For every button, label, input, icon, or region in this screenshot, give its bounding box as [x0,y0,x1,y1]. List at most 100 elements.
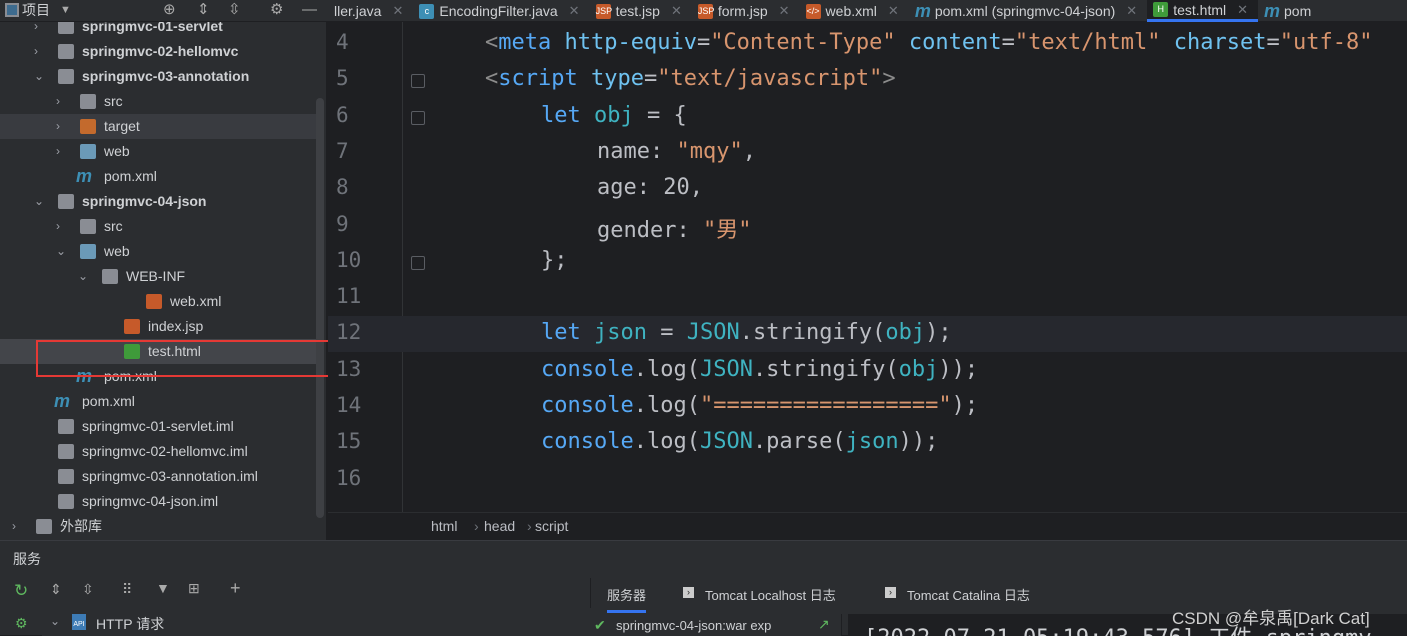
tab-tomcat-localhost[interactable]: Tomcat Localhost 日志 [705,585,836,604]
line-number: 7 [336,138,349,163]
breadcrumb-html[interactable]: html [431,513,457,539]
tab-ller-java[interactable]: ller.java ✕ [328,0,413,22]
close-icon[interactable]: ✕ [1237,2,1248,18]
chevron-right-icon[interactable]: › [34,22,38,39]
line-number: 12 [336,320,362,345]
line-number: 9 [336,211,349,236]
add-icon[interactable]: + [230,578,241,599]
deployment-item[interactable]: ✔ springmvc-04-json:war exp ↗ [590,614,842,636]
refresh-icon[interactable]: ↻ [14,581,28,601]
close-icon[interactable]: ✕ [671,3,682,19]
locate-icon[interactable]: ⊕ [163,0,176,20]
gear-icon[interactable]: ⚙ [270,0,283,20]
filter-icon[interactable]: ▼ [156,580,170,596]
code-editor[interactable]: 4 <meta http-equiv="Content-Type" content… [328,22,1407,512]
http-request-item[interactable]: HTTP 请求 [96,614,164,634]
lib-icon [36,519,52,534]
chevron-down-icon[interactable]: ⌄ [50,614,60,628]
tree-item-label: pom.xml [82,393,135,409]
module-icon [58,44,74,59]
fold-marker-icon[interactable] [411,74,425,89]
project-view-selector[interactable]: 项目 [22,0,50,22]
tab-web-xml[interactable]: </> web.xml ✕ [800,0,909,22]
web-icon [80,244,96,259]
tree-item[interactable]: › 外部库 [0,514,316,539]
fold-marker-icon[interactable] [411,110,425,125]
chevron-right-icon: › [474,518,479,534]
jsp-icon: JSP [595,3,612,19]
group-icon[interactable]: ⠿ [122,581,132,598]
tree-item[interactable]: › web [0,139,316,164]
maven-icon: m [54,391,71,411]
collapse-all-icon[interactable]: ⇳ [82,581,94,598]
chevron-right-icon[interactable]: › [34,39,38,64]
highlight-annotation [36,340,332,377]
chevron-down-icon[interactable]: ▼ [60,0,71,20]
tab-pom-xml-springmvc-04-json-[interactable]: m pom.xml (springmvc-04-json) ✕ [909,0,1147,22]
expand-all-icon[interactable]: ⇕ [50,581,62,598]
tree-item[interactable]: m pom.xml [0,164,316,189]
tree-item-label: target [104,118,140,134]
breadcrumb-script[interactable]: script [535,513,568,539]
project-window-icon [5,3,19,17]
sidebar-scrollbar[interactable] [316,98,324,518]
tree-item[interactable]: springmvc-03-annotation.iml [0,464,316,489]
close-icon[interactable]: ✕ [888,3,899,19]
chevron-right-icon[interactable]: › [56,139,60,164]
tree-item[interactable]: › src [0,214,316,239]
chevron-down-icon[interactable]: ⌄ [34,64,44,89]
log-icon: › [683,587,694,598]
tree-item[interactable]: › src [0,89,316,114]
tab-tomcat-catalina[interactable]: Tomcat Catalina 日志 [907,585,1030,604]
minimize-icon[interactable]: — [302,0,317,20]
chevron-right-icon[interactable]: › [12,514,16,539]
new-tab-icon[interactable]: ⊞ [188,580,200,597]
deploy-icon[interactable]: ⚙ [15,615,28,632]
file-icon [58,419,74,434]
tree-item-label: springmvc-02-hellomvc [82,43,239,59]
chevron-right-icon[interactable]: › [56,114,60,139]
expand-all-icon[interactable]: ⇕ [197,0,210,20]
tree-item[interactable]: index.jsp [0,314,316,339]
close-icon[interactable]: ✕ [569,3,580,19]
tree-item[interactable]: ⌄ web [0,239,316,264]
tab-test-jsp[interactable]: JSP test.jsp ✕ [590,0,692,22]
redeploy-icon[interactable]: ↗ [818,616,830,633]
chevron-down-icon[interactable]: ⌄ [56,239,66,264]
tree-item[interactable]: web.xml [0,289,316,314]
code-line: <meta http-equiv="Content-Type" content=… [485,30,1373,55]
api-icon: API [72,614,86,630]
tree-item[interactable]: springmvc-04-json.iml [0,489,316,514]
close-icon[interactable]: ✕ [392,3,403,19]
tree-item[interactable]: › springmvc-02-hellomvc [0,39,316,64]
tree-item[interactable]: springmvc-02-hellomvc.iml [0,439,316,464]
tab-pom[interactable]: m pom [1258,0,1321,22]
tree-item[interactable]: springmvc-01-servlet.iml [0,414,316,439]
tree-item-label: src [104,93,123,109]
tree-item[interactable]: ⌄ springmvc-03-annotation [0,64,316,89]
collapse-all-icon[interactable]: ⇳ [228,0,241,20]
tab-form-jsp[interactable]: JSP form.jsp ✕ [692,0,800,22]
tree-item[interactable]: ⌄ WEB-INF [0,264,316,289]
tab-server[interactable]: 服务器 [607,585,647,613]
tree-item[interactable]: › target [0,114,316,139]
chevron-right-icon[interactable]: › [56,214,60,239]
chevron-down-icon[interactable]: ⌄ [34,189,44,214]
breadcrumb-head[interactable]: head [484,513,515,539]
tab-encodingfilter-java[interactable]: c EncodingFilter.java ✕ [413,0,589,22]
close-icon[interactable]: ✕ [1126,3,1137,19]
tree-item[interactable]: › springmvc-01-servlet [0,22,316,39]
chevron-right-icon[interactable]: › [56,89,60,114]
chevron-right-icon: › [527,518,532,534]
breadcrumb: html › head › script [328,512,1407,539]
tab-test-html[interactable]: Htest.html ✕ [1147,0,1259,22]
tree-item[interactable]: m pom.xml [0,389,316,414]
file-icon [58,444,74,459]
chevron-down-icon[interactable]: ⌄ [78,264,88,289]
fold-marker-icon[interactable] [411,255,425,270]
code-line: let obj = { [541,102,687,128]
tree-item[interactable]: ⌄ springmvc-04-json [0,189,316,214]
close-icon[interactable]: ✕ [779,3,790,19]
tab-label: form.jsp [717,3,768,19]
tree-item-label: 外部库 [60,518,102,534]
